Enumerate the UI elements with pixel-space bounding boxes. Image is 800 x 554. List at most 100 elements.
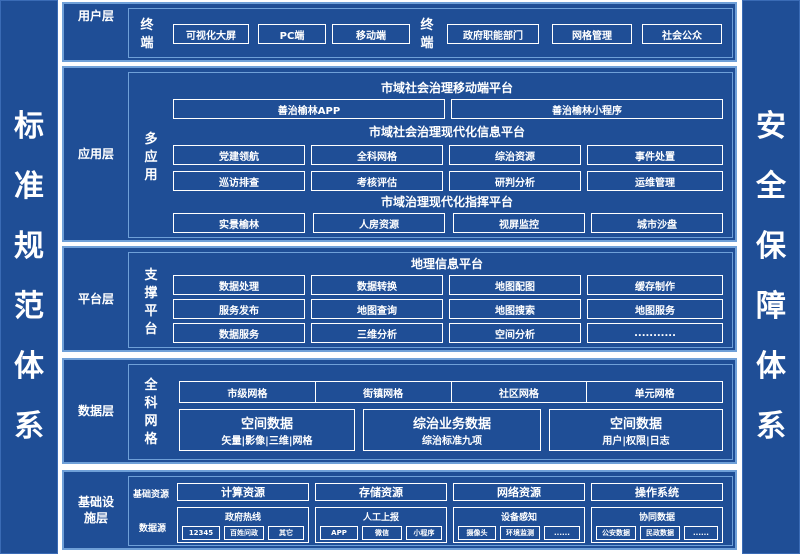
terminal-label-b: 终端 (420, 18, 434, 51)
gis-item: 地图配图 (449, 275, 581, 295)
gis-item: 地图查询 (311, 299, 443, 319)
infrastructure-layer-label-text: 基础设施层 (77, 495, 114, 525)
data-source-title: 政府热线 (224, 513, 261, 523)
infrastructure-layer-inner: 基础资源 计算资源 存储资源 网络资源 操作系统 数据源 政府热线 12345 … (128, 476, 733, 546)
info-item: 考核评估 (311, 171, 443, 191)
data-source-group: 协同数据 公安数据 民政数据 ...... (591, 507, 723, 543)
data-source-item: 其它 (268, 526, 304, 540)
data-source-title: 设备感知 (500, 513, 537, 523)
gis-item: 空间分析 (449, 323, 581, 343)
info-item: 事件处置 (587, 145, 723, 165)
data-source-item: 摄像头 (458, 526, 496, 540)
gis-platform-title: 地理信息平台 (410, 257, 483, 271)
grid-cell: 街镇网格 (316, 382, 452, 402)
platform-layer-inner: 支撑平台 地理信息平台 数据处理 数据转换 地图配图 缓存制作 服务发布 地图查… (128, 252, 733, 348)
platform-layer: 平台层 支撑平台 地理信息平台 数据处理 数据转换 地图配图 缓存制作 服务发布… (62, 246, 737, 352)
data-source-item: 12345 (182, 526, 220, 540)
data-source-title: 人工上报 (362, 513, 399, 523)
base-resources-label: 基础资源 (133, 490, 170, 500)
data-source-item: ...... (544, 526, 580, 540)
terminal-label-a: 终端 (140, 18, 154, 51)
data-block: 空间数据 矢量|影像|三维|网格 (179, 409, 355, 451)
data-block-title: 综治业务数据 (412, 417, 491, 432)
gis-item: 地图搜索 (449, 299, 581, 319)
left-char: 范 (14, 289, 44, 324)
application-layer-inner: 多应用 市域社会治理移动端平台 善治榆林APP 善治榆林小程序 市域社会治理现代… (128, 72, 733, 238)
command-platform-title: 市域治理现代化指挥平台 (380, 195, 513, 209)
gis-item: 服务发布 (173, 299, 305, 319)
left-char: 系 (14, 409, 44, 444)
data-block-sub: 矢量|影像|三维|网格 (221, 436, 313, 447)
command-item: 实景榆林 (173, 213, 305, 233)
gis-item: 数据处理 (173, 275, 305, 295)
grid-cell: 市级网格 (180, 382, 316, 402)
security-system-column: 安 全 保 障 体 系 (742, 0, 800, 554)
application-layer: 应用层 多应用 市域社会治理移动端平台 善治榆林APP 善治榆林小程序 市域社会… (62, 66, 737, 242)
right-char: 障 (756, 289, 786, 324)
support-platform-label: 支撑平台 (144, 268, 158, 337)
data-source-item: 小程序 (406, 526, 442, 540)
data-layer-inner: 全科网格 市级网格 街镇网格 社区网格 单元网格 空间数据 矢量|影像|三维|网… (128, 364, 733, 460)
application-layer-label: 应用层 (77, 147, 114, 161)
left-char: 准 (14, 169, 44, 204)
right-char: 保 (756, 229, 786, 264)
infrastructure-layer-label: 基础设施层 (64, 472, 128, 548)
command-item: 城市沙盘 (591, 213, 723, 233)
user-layer-label: 用户层 (77, 9, 114, 23)
mobile-platform-title: 市域社会治理移动端平台 (380, 81, 513, 95)
terminal-item: 社会公众 (642, 24, 722, 44)
data-sources-label: 数据源 (139, 524, 167, 534)
grid-cell: 社区网格 (452, 382, 588, 402)
platform-layer-label: 平台层 (77, 292, 114, 306)
standards-system-column: 标 准 规 范 体 系 (0, 0, 58, 554)
data-block-sub: 用户|权限|日志 (602, 436, 670, 447)
data-source-item: APP (320, 526, 358, 540)
data-source-title: 协同数据 (638, 513, 675, 523)
data-layer-label: 数据层 (77, 404, 114, 418)
right-char: 系 (756, 409, 786, 444)
info-item: 运维管理 (587, 171, 723, 191)
infrastructure-layer: 基础设施层 基础资源 计算资源 存储资源 网络资源 操作系统 数据源 政府热线 … (62, 470, 737, 550)
data-source-item: 百姓问政 (224, 526, 264, 540)
info-item: 党建领航 (173, 145, 305, 165)
left-char: 标 (14, 109, 44, 144)
mobile-item: 善治榆林APP (173, 99, 445, 119)
data-source-item: 环境监测 (500, 526, 540, 540)
grid-cell: 单元网格 (634, 388, 675, 400)
terminal-item: 可视化大屏 (173, 24, 249, 44)
terminal-item: 网格管理 (552, 24, 632, 44)
info-platform-title: 市域社会治理现代化信息平台 (368, 125, 525, 139)
data-block-sub: 综治标准九项 (422, 436, 482, 447)
gis-item: ........... (587, 323, 723, 343)
command-item: 视屏监控 (453, 213, 585, 233)
user-layer-inner: 终端 可视化大屏 PC端 移动端 终端 政府职能部门 网格管理 社会公众 (128, 8, 733, 58)
left-char: 规 (14, 229, 44, 264)
info-item: 研判分析 (449, 171, 581, 191)
data-source-group: 设备感知 摄像头 环境监测 ...... (453, 507, 585, 543)
user-layer: 用户层 终端 可视化大屏 PC端 移动端 终端 政府职能部门 网格管理 社会公众 (62, 2, 737, 62)
terminal-item: PC端 (258, 24, 326, 44)
right-char: 体 (756, 349, 786, 384)
data-layer: 数据层 全科网格 市级网格 街镇网格 社区网格 单元网格 空间数据 矢量|影像|… (62, 358, 737, 464)
terminal-item: 移动端 (332, 24, 410, 44)
data-source-group: 人工上报 APP 微信 小程序 (315, 507, 447, 543)
info-item: 巡访排查 (173, 171, 305, 191)
command-item: 人房资源 (313, 213, 445, 233)
info-item: 综治资源 (449, 145, 581, 165)
grid-label: 全科网格 (144, 378, 158, 447)
data-source-item: 微信 (362, 526, 402, 540)
data-source-item: ...... (684, 526, 718, 540)
terminal-item: 政府职能部门 (447, 24, 539, 44)
data-block: 综治业务数据 综治标准九项 (363, 409, 541, 451)
resource-item: 计算资源 (177, 483, 309, 501)
multi-app-label: 多应用 (144, 132, 158, 183)
left-char: 体 (14, 349, 44, 384)
resource-item: 网络资源 (453, 483, 585, 501)
data-source-item: 公安数据 (596, 526, 636, 540)
data-block-title: 空间数据 (240, 417, 293, 432)
right-char: 安 (756, 109, 786, 144)
resource-item: 存储资源 (315, 483, 447, 501)
gis-item: 三维分析 (311, 323, 443, 343)
mobile-item: 善治榆林小程序 (451, 99, 723, 119)
right-char: 全 (756, 169, 786, 204)
